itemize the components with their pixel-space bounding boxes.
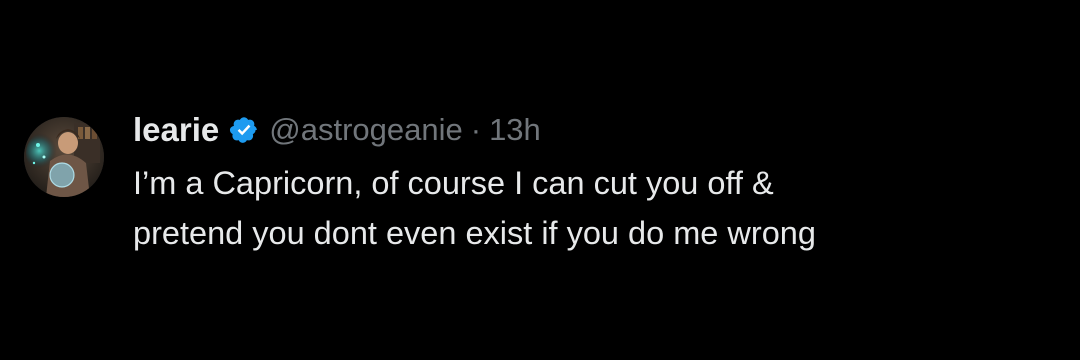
tweet-text-line: I’m a Capricorn, of course I can cut you…: [133, 165, 774, 201]
tweet-text: I’m a Capricorn, of course I can cut you…: [133, 158, 1053, 258]
display-name[interactable]: learie: [133, 111, 219, 149]
timestamp[interactable]: 13h: [489, 112, 541, 148]
tweet[interactable]: learie @astrogeanie · 13h I’m a Capricor…: [0, 0, 1080, 360]
tweet-header: learie @astrogeanie · 13h: [133, 108, 1053, 152]
verified-badge-icon[interactable]: [229, 115, 259, 145]
user-handle[interactable]: @astrogeanie: [269, 112, 462, 148]
tweet-content: learie @astrogeanie · 13h I’m a Capricor…: [133, 108, 1053, 258]
separator-dot: ·: [470, 112, 482, 147]
avatar[interactable]: [24, 117, 104, 197]
avatar-illustration-icon: [24, 117, 104, 197]
tweet-text-line: pretend you dont even exist if you do me…: [133, 215, 816, 251]
